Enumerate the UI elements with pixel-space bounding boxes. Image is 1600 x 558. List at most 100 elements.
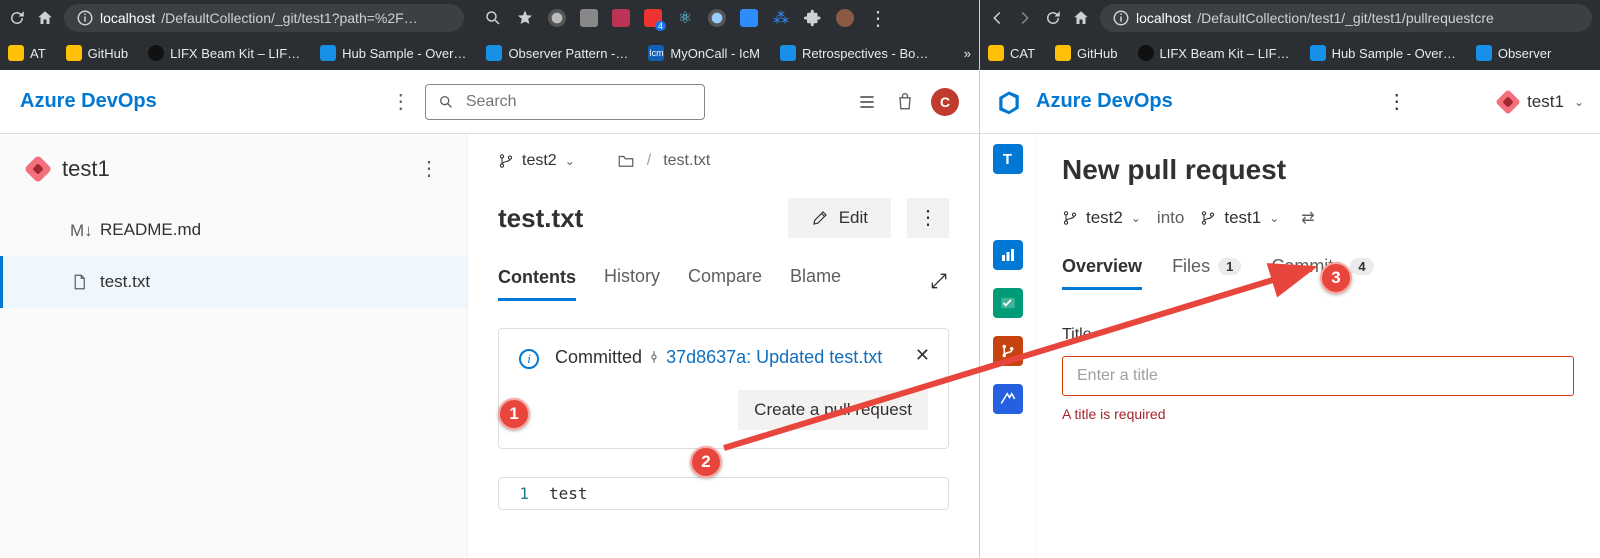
bookmark-item[interactable]: AT [8, 45, 46, 61]
tree-node-label: README.md [100, 220, 201, 240]
tree-node-readme[interactable]: M↓ README.md [0, 204, 467, 256]
swap-branches-icon[interactable]: ⇄ [1301, 208, 1314, 228]
repo-selector[interactable]: test1 ⌄ [1499, 92, 1584, 112]
extensions-icon[interactable] [804, 9, 822, 27]
rail-pipelines-icon[interactable] [993, 384, 1023, 414]
address-bar[interactable]: localhost /DefaultCollection/_git/test1?… [64, 4, 464, 32]
ext-icon[interactable]: ⁂ [772, 9, 790, 27]
tree-node-file[interactable]: test.txt [0, 256, 467, 308]
tab-compare[interactable]: Compare [688, 266, 762, 300]
ext-icon[interactable]: 4 [644, 9, 662, 27]
more-button[interactable]: ⋮ [907, 198, 949, 238]
tab-blame[interactable]: Blame [790, 266, 841, 300]
source-branch-selector[interactable]: test2 ⌄ [1062, 208, 1141, 228]
site-info-icon[interactable] [76, 9, 94, 27]
home-icon[interactable] [36, 9, 54, 27]
repo-icon [1495, 89, 1520, 114]
url-path: /DefaultCollection/test1/_git/test1/pull… [1197, 10, 1494, 26]
tab-files[interactable]: Files1 [1172, 256, 1241, 290]
pr-create-panel: New pull request test2 ⌄ into test1 ⌄ ⇄ … [1036, 134, 1600, 558]
bookmark-overflow-icon[interactable]: » [964, 46, 971, 61]
ext-icon[interactable] [708, 9, 726, 27]
ado-brand[interactable]: Azure DevOps [20, 90, 157, 113]
repo-icon [24, 155, 52, 183]
reload-icon[interactable] [1044, 9, 1062, 27]
star-icon[interactable] [516, 9, 534, 27]
chevron-down-icon: ⌄ [1131, 211, 1141, 225]
branch-selector[interactable]: test2 ⌄ [498, 152, 575, 170]
chrome-toolbar: localhost /DefaultCollection/_git/test1?… [0, 0, 979, 70]
line-number: 1 [499, 478, 539, 509]
bookmark-item[interactable]: Hub Sample - Over… [1310, 45, 1456, 61]
folder-icon[interactable] [617, 152, 635, 170]
url-host: localhost [100, 10, 155, 26]
zoom-icon[interactable] [484, 9, 502, 27]
target-branch-selector[interactable]: test1 ⌄ [1200, 208, 1279, 228]
bookmark-item[interactable]: Retrospectives - Bo… [780, 45, 928, 61]
rail-project-icon[interactable]: T [993, 144, 1023, 174]
commit-icon [647, 350, 661, 364]
rail-overview-icon[interactable] [993, 240, 1023, 270]
info-icon: i [519, 349, 539, 369]
bookmark-item[interactable]: Hub Sample - Over… [320, 45, 466, 61]
repo-header[interactable]: test1 ⋮ [0, 134, 467, 204]
ado-header: Azure DevOps ⋮ C [0, 70, 979, 134]
bookmark-item[interactable]: CAT [988, 45, 1035, 61]
expand-icon[interactable] [929, 271, 949, 296]
chevron-down-icon: ⌄ [1269, 211, 1279, 225]
title-label: Title [1062, 326, 1574, 344]
rail-boards-icon[interactable] [993, 288, 1023, 318]
repo-more-icon[interactable]: ⋮ [419, 159, 439, 179]
markdown-icon: M↓ [70, 221, 88, 239]
ext-icon[interactable] [548, 9, 566, 27]
shopping-bag-icon[interactable] [893, 90, 917, 114]
ado-brand[interactable]: Azure DevOps [1036, 90, 1173, 113]
left-browser-window: localhost /DefaultCollection/_git/test1?… [0, 0, 980, 558]
list-icon[interactable] [855, 90, 879, 114]
search-box[interactable] [425, 84, 705, 120]
back-icon[interactable] [988, 9, 1006, 27]
bookmark-item[interactable]: GitHub [1055, 45, 1117, 61]
chrome-menu-icon[interactable]: ⋮ [868, 9, 888, 27]
ext-icon[interactable] [580, 9, 598, 27]
breadcrumb-file[interactable]: test.txt [663, 152, 710, 170]
commit-link[interactable]: 37d8637a: Updated test.txt [666, 347, 882, 367]
tab-overview[interactable]: Overview [1062, 256, 1142, 290]
branch-icon [1062, 210, 1078, 226]
site-info-icon[interactable] [1112, 9, 1130, 27]
repo-name: test1 [62, 156, 110, 182]
address-bar[interactable]: localhost /DefaultCollection/test1/_git/… [1100, 4, 1592, 32]
home-icon[interactable] [1072, 9, 1090, 27]
right-browser-window: localhost /DefaultCollection/test1/_git/… [980, 0, 1600, 558]
zoom-ext-icon[interactable] [740, 9, 758, 27]
pencil-icon [811, 209, 829, 227]
url-path: /DefaultCollection/_git/test1?path=%2F… [161, 10, 417, 26]
chrome-actions: 4 ⚛ ⁂ ⋮ [484, 9, 888, 27]
bookmark-item[interactable]: IcmMyOnCall - IcM [648, 45, 760, 61]
bookmark-item[interactable]: GitHub [66, 45, 128, 61]
close-icon[interactable]: ✕ [915, 345, 930, 366]
bookmark-item[interactable]: LIFX Beam Kit – LIF… [1138, 45, 1290, 61]
ado-header: Azure DevOps ⋮ test1 ⌄ [980, 70, 1600, 134]
user-avatar[interactable]: C [931, 88, 959, 116]
header-more-icon[interactable]: ⋮ [1387, 92, 1407, 112]
profile-avatar-icon[interactable] [836, 9, 854, 27]
ado-logo-icon[interactable] [996, 89, 1022, 115]
edit-button[interactable]: Edit [788, 198, 891, 238]
title-input[interactable] [1062, 356, 1574, 396]
bookmark-item[interactable]: Observer Pattern -… [486, 45, 628, 61]
react-devtools-icon[interactable]: ⚛ [676, 9, 694, 27]
code-viewer: 1 test [498, 477, 949, 510]
ext-icon[interactable] [612, 9, 630, 27]
tab-commits[interactable]: Commits4 [1271, 256, 1373, 290]
create-pr-button[interactable]: Create a pull request [738, 390, 928, 430]
rail-repos-icon[interactable] [993, 336, 1023, 366]
bookmark-item[interactable]: LIFX Beam Kit – LIF… [148, 45, 300, 61]
reload-icon[interactable] [8, 9, 26, 27]
rail-add-icon[interactable]: ＋ [993, 192, 1023, 222]
tab-contents[interactable]: Contents [498, 267, 576, 301]
header-more-icon[interactable]: ⋮ [391, 92, 411, 112]
search-input[interactable] [464, 92, 692, 112]
tab-history[interactable]: History [604, 266, 660, 300]
bookmark-item[interactable]: Observer [1476, 45, 1551, 61]
